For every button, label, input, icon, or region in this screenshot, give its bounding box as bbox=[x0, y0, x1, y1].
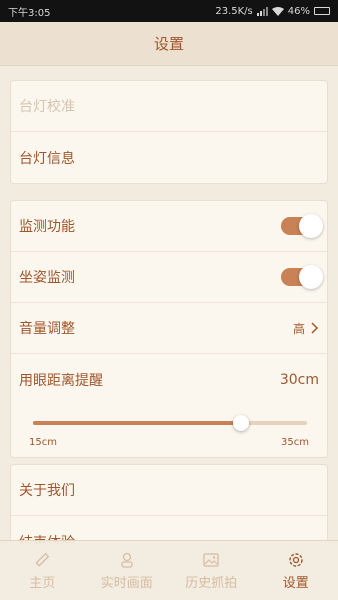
status-time: 下午3:05 bbox=[8, 7, 51, 19]
bottom-nav: 主页 实时画面 历史抓拍 设置 bbox=[0, 540, 338, 600]
eye-distance-item: 用眼距离提醒 30cm 15cm 35cm bbox=[11, 354, 327, 457]
nav-live-label: 实时画面 bbox=[100, 575, 153, 591]
gear-icon bbox=[289, 552, 303, 567]
volume-label: 音量调整 bbox=[19, 321, 75, 337]
slider-min-label: 15cm bbox=[29, 437, 57, 448]
slider-thumb[interactable] bbox=[233, 415, 249, 431]
slider-max-label: 35cm bbox=[281, 437, 309, 448]
chevron-right-icon bbox=[311, 322, 319, 334]
battery-percent: 46% bbox=[287, 5, 310, 17]
monitor-function-label: 监测功能 bbox=[19, 219, 75, 235]
volume-item[interactable]: 音量调整 高 bbox=[11, 303, 327, 354]
toggle-knob bbox=[299, 265, 323, 289]
nav-home-label: 主页 bbox=[29, 575, 56, 591]
page-title: 设置 bbox=[153, 35, 184, 53]
nav-history[interactable]: 历史抓拍 bbox=[181, 551, 241, 591]
status-indicators: 23.5K/s 46% bbox=[215, 6, 330, 17]
posture-monitor-toggle[interactable] bbox=[281, 265, 323, 289]
about-settings-card: 关于我们 结束体验 bbox=[10, 464, 328, 544]
status-bar: 下午3:05 23.5K/s 46% bbox=[0, 0, 338, 22]
posture-monitor-label: 坐姿监测 bbox=[19, 270, 75, 286]
image-icon bbox=[203, 552, 219, 567]
nav-settings-label: 设置 bbox=[282, 575, 309, 591]
eye-distance-slider-area: 15cm 35cm bbox=[11, 387, 327, 457]
nav-history-label: 历史抓拍 bbox=[185, 575, 238, 591]
nav-live[interactable]: 实时画面 bbox=[97, 551, 157, 591]
monitor-function-item: 监测功能 bbox=[11, 201, 327, 252]
lamp-info-item[interactable]: 台灯信息 bbox=[11, 132, 327, 183]
signal-icon bbox=[256, 6, 268, 16]
volume-value-group: 高 bbox=[293, 320, 319, 337]
ruler-icon bbox=[35, 552, 50, 567]
lamp-calibration-item[interactable]: 台灯校准 bbox=[11, 81, 327, 132]
person-icon bbox=[121, 552, 133, 568]
eye-distance-value: 30cm bbox=[279, 371, 319, 388]
volume-value: 高 bbox=[292, 321, 305, 336]
monitor-function-toggle[interactable] bbox=[281, 214, 323, 238]
lamp-info-label: 台灯信息 bbox=[19, 150, 75, 167]
wifi-icon bbox=[271, 6, 284, 16]
about-us-item[interactable]: 关于我们 bbox=[11, 465, 327, 516]
toggle-knob bbox=[299, 214, 323, 238]
eye-distance-slider[interactable] bbox=[33, 415, 307, 431]
posture-monitor-item: 坐姿监测 bbox=[11, 252, 327, 303]
battery-icon bbox=[314, 7, 330, 15]
lamp-calibration-label: 台灯校准 bbox=[19, 99, 75, 115]
network-speed: 23.5K/s bbox=[215, 5, 253, 17]
slider-fill bbox=[33, 421, 241, 425]
nav-home[interactable]: 主页 bbox=[12, 551, 72, 591]
device-settings-card: 台灯校准 台灯信息 bbox=[10, 80, 328, 184]
page-header: 设置 bbox=[0, 22, 338, 66]
monitoring-settings-card: 监测功能 坐姿监测 音量调整 高 用眼距离提醒 30cm 15cm 35cm bbox=[10, 200, 328, 458]
nav-settings[interactable]: 设置 bbox=[266, 551, 326, 591]
about-us-label: 关于我们 bbox=[19, 483, 75, 499]
